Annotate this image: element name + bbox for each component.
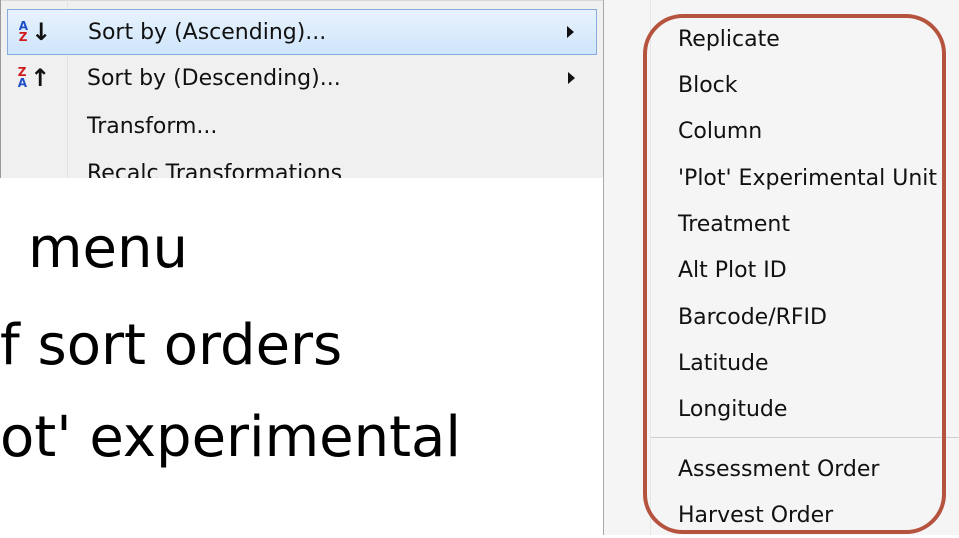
submenu-item-barcode-rfid[interactable]: Barcode/RFID bbox=[678, 294, 827, 340]
submenu-separator bbox=[651, 437, 959, 438]
menu-top-border bbox=[1, 0, 603, 1]
slide-text-line-3: ot' experimental bbox=[0, 405, 461, 470]
submenu-item-column[interactable]: Column bbox=[678, 108, 762, 154]
submenu-item-plot-experimental-unit[interactable]: 'Plot' Experimental Unit bbox=[678, 155, 937, 201]
menu-item-label: Sort by (Descending)... bbox=[87, 65, 341, 91]
menu-item-icon-slot bbox=[7, 150, 61, 178]
slide-text-line-2: f sort orders bbox=[0, 313, 343, 378]
submenu-item-block[interactable]: Block bbox=[678, 62, 738, 108]
menu-item-label: Recalc Transformations bbox=[87, 160, 343, 179]
menu-item-recalc-transformations[interactable]: Recalc Transformations bbox=[7, 150, 597, 179]
menu-item-label: Sort by (Ascending)... bbox=[88, 19, 327, 45]
submenu-arrow-icon bbox=[567, 26, 574, 38]
submenu-item-treatment[interactable]: Treatment bbox=[678, 201, 790, 247]
menu-item-sort-ascending[interactable]: AZ ↓ Sort by (Ascending)... bbox=[7, 9, 597, 55]
menu-item-sort-descending[interactable]: ZA ↑ Sort by (Descending)... bbox=[7, 55, 597, 101]
menu-item-label: Transform... bbox=[87, 113, 218, 139]
submenu-item-latitude[interactable]: Latitude bbox=[678, 340, 769, 386]
sort-descending-icon: ZA ↑ bbox=[17, 64, 51, 92]
submenu-icon-column-separator bbox=[650, 0, 651, 535]
submenu-item-assessment-order[interactable]: Assessment Order bbox=[678, 446, 879, 492]
menu-item-icon-slot bbox=[7, 103, 61, 149]
submenu-item-replicate[interactable]: Replicate bbox=[678, 16, 780, 62]
slide-text-line-1: menu bbox=[28, 216, 188, 281]
submenu-arrow-icon bbox=[568, 72, 575, 84]
sort-ascending-icon: AZ ↓ bbox=[18, 18, 52, 46]
menu-item-transform[interactable]: Transform... bbox=[7, 103, 597, 149]
submenu-item-harvest-order[interactable]: Harvest Order bbox=[678, 492, 833, 538]
context-menu: AZ ↓ Sort by (Ascending)... ZA ↑ Sort by… bbox=[0, 0, 603, 178]
submenu-item-longitude[interactable]: Longitude bbox=[678, 386, 787, 432]
submenu-item-alt-plot-id[interactable]: Alt Plot ID bbox=[678, 247, 787, 293]
